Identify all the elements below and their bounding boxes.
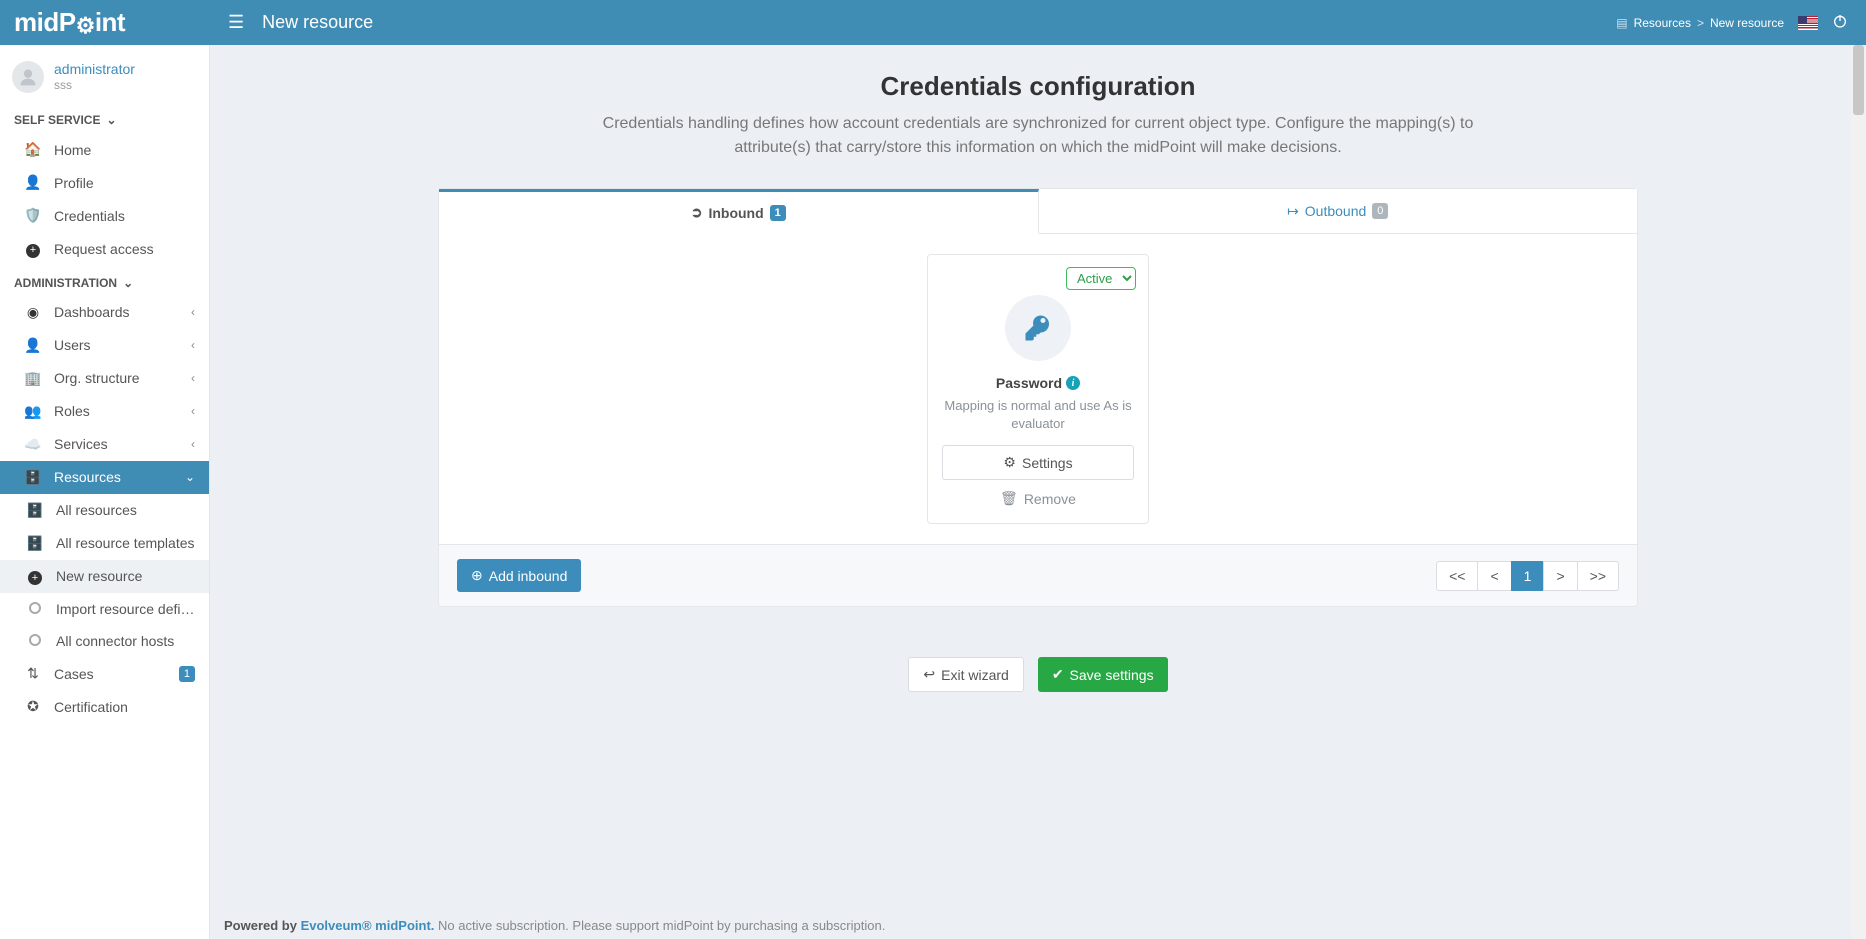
sidebar-item-certification[interactable]: ✪Certification	[0, 690, 209, 723]
tab-outbound[interactable]: ↦ Outbound 0	[1039, 189, 1638, 234]
chevron-left-icon: ‹	[191, 437, 195, 451]
nav-section-self-service[interactable]: SELF SERVICE⌄	[0, 103, 209, 133]
page-prev[interactable]: <	[1477, 561, 1511, 591]
menu-toggle-icon[interactable]: ☰	[228, 12, 244, 33]
breadcrumb: ▤ Resources > New resource	[1616, 16, 1784, 30]
chevron-left-icon: ‹	[191, 338, 195, 352]
add-inbound-button[interactable]: ⊕ Add inbound	[457, 559, 581, 592]
trash-icon: 🗑	[1000, 490, 1018, 507]
mapping-remove-button[interactable]: 🗑 Remove	[942, 480, 1134, 509]
user-panel[interactable]: administrator sss	[0, 45, 209, 103]
locale-flag-icon[interactable]	[1798, 16, 1818, 30]
nav-section-administration[interactable]: ADMINISTRATION⌄	[0, 266, 209, 296]
gear-icon: ⚙	[1003, 454, 1016, 471]
sidebar-item-credentials[interactable]: 🛡️Credentials	[0, 199, 209, 232]
chevron-down-icon: ⌄	[185, 470, 195, 484]
info-icon[interactable]: i	[1066, 376, 1080, 390]
sidebar-item-roles[interactable]: 👥Roles‹	[0, 395, 209, 428]
exit-wizard-button[interactable]: ↩ Exit wizard	[908, 657, 1023, 692]
tab-inbound-label: Inbound	[708, 205, 763, 221]
sidebar-item-cases[interactable]: ⇅Cases1	[0, 657, 209, 690]
mapping-status-select[interactable]: Active	[1066, 267, 1136, 290]
sidebar-item-profile[interactable]: 👤Profile	[0, 166, 209, 199]
breadcrumb-root[interactable]: Resources	[1634, 16, 1691, 30]
mapping-title: Password i	[996, 375, 1080, 391]
breadcrumb-current: New resource	[1710, 16, 1784, 30]
chevron-left-icon: ‹	[191, 305, 195, 319]
avatar	[12, 61, 44, 93]
inbound-icon: ➲	[691, 204, 703, 221]
check-icon: ✔	[1052, 666, 1064, 683]
sidebar-item-services[interactable]: ☁️Services‹	[0, 428, 209, 461]
vendor-link[interactable]: Evolveum® midPoint.	[301, 918, 435, 933]
tab-outbound-label: Outbound	[1305, 203, 1367, 219]
paginator: << < 1 > >>	[1437, 561, 1619, 591]
sidebar-item-connector-hosts[interactable]: All connector hosts	[0, 625, 209, 657]
breadcrumb-sep: >	[1697, 16, 1704, 30]
sidebar-item-all-templates[interactable]: 🗄️All resource templates	[0, 527, 209, 560]
sidebar-item-import-def[interactable]: Import resource definit…	[0, 593, 209, 625]
user-name: administrator	[54, 62, 135, 77]
exit-icon: ↩	[923, 666, 935, 683]
user-sub: sss	[54, 78, 135, 92]
sidebar-item-home[interactable]: 🏠Home	[0, 133, 209, 166]
chevron-down-icon: ⌄	[106, 113, 116, 127]
sidebar-item-resources[interactable]: 🗄️Resources⌄	[0, 461, 209, 494]
breadcrumb-icon: ▤	[1616, 16, 1627, 30]
mappings-panel: ➲ Inbound 1 ↦ Outbound 0 Active	[438, 188, 1638, 607]
chevron-down-icon: ⌄	[123, 276, 133, 290]
mapping-settings-button[interactable]: ⚙ Settings	[942, 445, 1134, 480]
chevron-left-icon: ‹	[191, 404, 195, 418]
chevron-left-icon: ‹	[191, 371, 195, 385]
logout-icon[interactable]	[1832, 13, 1848, 32]
page-next[interactable]: >	[1543, 561, 1577, 591]
tab-inbound[interactable]: ➲ Inbound 1	[439, 189, 1039, 234]
page-first[interactable]: <<	[1436, 561, 1478, 591]
footer: Powered by Evolveum® midPoint. No active…	[224, 918, 885, 933]
mapping-subtitle: Mapping is normal and use As is evaluato…	[942, 397, 1134, 433]
sidebar-item-org[interactable]: 🏢Org. structure‹	[0, 362, 209, 395]
plus-circle-icon: ⊕	[471, 567, 483, 584]
sidebar-item-request-access[interactable]: +Request access	[0, 232, 209, 266]
outbound-icon: ↦	[1287, 203, 1299, 220]
sidebar-item-new-resource[interactable]: +New resource	[0, 560, 209, 594]
content: Credentials configuration Credentials ha…	[210, 45, 1866, 939]
tab-inbound-count: 1	[770, 205, 786, 221]
app-header: midP⚙int ☰ New resource ▤ Resources > Ne…	[0, 0, 1866, 45]
page-current[interactable]: 1	[1511, 561, 1545, 591]
sidebar-item-all-resources[interactable]: 🗄️All resources	[0, 494, 209, 527]
cases-badge: 1	[179, 666, 195, 682]
save-settings-button[interactable]: ✔ Save settings	[1038, 657, 1168, 692]
tab-outbound-count: 0	[1372, 203, 1388, 219]
scrollbar[interactable]	[1851, 45, 1866, 939]
sidebar-item-users[interactable]: 👤Users‹	[0, 329, 209, 362]
sidebar-item-dashboards[interactable]: ◉Dashboards‹	[0, 296, 209, 329]
wizard-title: Credentials configuration	[210, 71, 1866, 102]
brand-logo[interactable]: midP⚙int	[0, 0, 210, 45]
page-title: New resource	[262, 12, 373, 33]
wizard-description: Credentials handling defines how account…	[588, 112, 1488, 160]
sidebar: administrator sss SELF SERVICE⌄ 🏠Home 👤P…	[0, 45, 210, 939]
page-last[interactable]: >>	[1577, 561, 1619, 591]
key-icon	[1005, 295, 1071, 361]
mapping-card-password: Active Password i Mapping is normal and …	[927, 254, 1149, 524]
